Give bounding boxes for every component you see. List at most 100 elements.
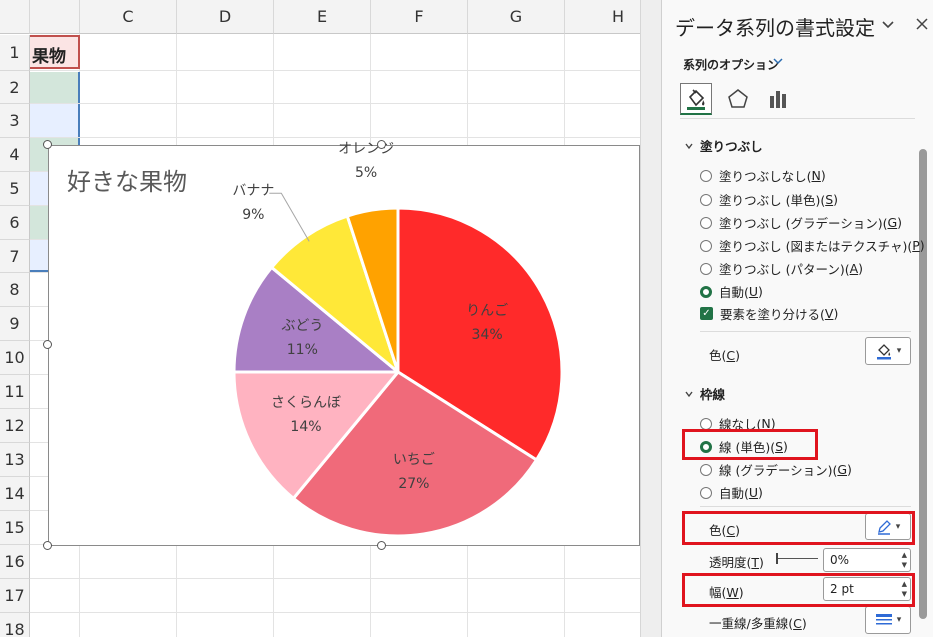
fill-options-radio-3[interactable]: 塗りつぶし (図またはテクスチャ)(P) xyxy=(700,236,925,255)
data-label-3[interactable]: ぶどう 11% xyxy=(281,314,323,362)
radio-button[interactable] xyxy=(700,193,712,206)
fill-options-radio-1[interactable]: 塗りつぶし (単色)(S) xyxy=(700,190,838,209)
column-header-h[interactable]: H xyxy=(565,0,640,34)
section-fill[interactable]: 塗りつぶし xyxy=(684,136,763,155)
fill-options-radio-2[interactable]: 塗りつぶし (グラデーション)(G) xyxy=(700,213,902,232)
row-header-6[interactable]: 6 xyxy=(0,206,30,240)
row-header-3[interactable]: 3 xyxy=(0,104,30,138)
resize-handle-bottom-left[interactable] xyxy=(43,541,52,550)
column-label: H xyxy=(612,7,625,26)
data-label-percent: 9% xyxy=(242,207,265,224)
data-label-0[interactable]: りんご 34% xyxy=(466,299,508,347)
radio-button[interactable] xyxy=(700,262,712,275)
row-header-12[interactable]: 12 xyxy=(0,409,30,443)
radio-button[interactable] xyxy=(700,239,712,252)
radio-button[interactable] xyxy=(700,463,712,476)
transparency-slider[interactable] xyxy=(776,552,818,566)
select-all-corner[interactable] xyxy=(0,0,30,34)
resize-handle-top-left[interactable] xyxy=(43,140,52,149)
spin-arrows-icon[interactable]: ▲ ▼ xyxy=(902,550,907,570)
row-header-10[interactable]: 10 xyxy=(0,341,30,375)
transparency-input[interactable]: 0% ▲ ▼ xyxy=(823,548,911,572)
highlight-line-color xyxy=(682,511,915,545)
close-paren: ) xyxy=(919,238,925,253)
fill-color-button[interactable]: ▾ xyxy=(865,337,911,365)
row-header-16[interactable]: 16 xyxy=(0,545,30,579)
spreadsheet-grid[interactable]: C D E F G H 1 2 3 4 5 6 7 8 9 10 11 12 13 14 15 16 17 18 … xyxy=(0,0,640,637)
row-label: 9 xyxy=(9,314,20,333)
line-options-radio-2[interactable]: 線 (グラデーション)(G) xyxy=(700,460,852,479)
row-header-5[interactable]: 5 xyxy=(0,172,30,206)
series-options-dropdown[interactable]: 系列のオプション xyxy=(683,56,779,73)
tab-series-options[interactable] xyxy=(763,83,795,115)
tab-effects[interactable] xyxy=(722,83,754,115)
column-header-c[interactable]: C xyxy=(80,0,177,34)
chevron-down-icon[interactable] xyxy=(880,16,896,36)
row-header-17[interactable]: 17 xyxy=(0,579,30,613)
cell-b2[interactable] xyxy=(30,72,80,103)
pane-scrollbar[interactable] xyxy=(919,135,927,635)
grid-row-line xyxy=(30,70,640,71)
close-paren: ) xyxy=(820,168,826,183)
resize-handle-middle-left[interactable] xyxy=(43,340,52,349)
row-header-7[interactable]: 7 xyxy=(0,240,30,273)
radio-button[interactable] xyxy=(700,486,712,499)
fill-color-label: 色(C) xyxy=(709,345,740,364)
cell-b3[interactable] xyxy=(30,104,80,137)
transparency-text: 透明度( xyxy=(709,555,752,570)
format-data-series-pane: データ系列の書式設定 系列のオプション 塗りつぶし 塗りつぶしなし(N) 塗… xyxy=(661,0,933,637)
row-header-4[interactable]: 4 xyxy=(0,138,30,172)
data-label-2[interactable]: さくらんぼ 14% xyxy=(271,391,341,439)
cell-b1[interactable]: 果物 xyxy=(30,35,80,69)
option-label: 塗りつぶし (単色)( xyxy=(719,193,826,208)
paint-bucket-icon xyxy=(876,344,891,360)
radio-button[interactable] xyxy=(700,216,712,229)
row-label: 3 xyxy=(9,111,20,130)
tab-fill-line[interactable] xyxy=(680,83,712,115)
compound-type-button[interactable]: ▾ xyxy=(865,606,911,634)
line-options-radio-3[interactable]: 自動(U) xyxy=(700,483,763,502)
pie-chart[interactable]: 好きな果物 りんご 34% いちご 27% さくらんぼ 14% ぶどう 11% バナナ 9% オレン… xyxy=(48,141,640,546)
data-label-4[interactable]: バナナ 9% xyxy=(232,179,274,227)
column-header-g[interactable]: G xyxy=(468,0,565,34)
column-label: G xyxy=(509,7,523,26)
close-icon[interactable] xyxy=(914,16,930,36)
option-label: 線 (グラデーション)( xyxy=(719,463,838,478)
vary-colors-checkbox[interactable]: ✓ 要素を塗り分ける(V) xyxy=(700,304,838,323)
data-label-category: ぶどう xyxy=(281,317,324,334)
data-label-1[interactable]: いちご 27% xyxy=(393,448,435,496)
column-header-e[interactable]: E xyxy=(274,0,371,34)
row-label: 4 xyxy=(9,145,20,164)
row-header-1[interactable]: 1 xyxy=(0,35,30,71)
radio-button[interactable] xyxy=(700,417,712,430)
row-header-9[interactable]: 9 xyxy=(0,307,30,341)
radio-button[interactable] xyxy=(700,169,712,182)
fill-options-radio-0[interactable]: 塗りつぶしなし(N) xyxy=(700,166,826,185)
chevron-down-icon xyxy=(684,139,700,154)
row-header-11[interactable]: 11 xyxy=(0,375,30,409)
slider-thumb[interactable] xyxy=(776,553,778,564)
column-header-d[interactable]: D xyxy=(177,0,274,34)
chevron-down-icon[interactable] xyxy=(772,55,784,70)
resize-handle-top-center[interactable] xyxy=(377,140,386,149)
resize-handle-bottom-center[interactable] xyxy=(377,541,386,550)
radio-button[interactable] xyxy=(700,285,712,298)
column-header-b[interactable] xyxy=(30,0,80,34)
row-header-2[interactable]: 2 xyxy=(0,71,30,104)
grid-row-line xyxy=(30,578,640,579)
fill-options-radio-4[interactable]: 塗りつぶし (パターン)(A) xyxy=(700,259,863,278)
fill-options-radio-5[interactable]: 自動(U) xyxy=(700,282,763,301)
fill-color-text: 色( xyxy=(709,348,727,363)
column-header-f[interactable]: F xyxy=(371,0,468,34)
compound-type-label: 一重線/多重線(C) xyxy=(709,613,807,632)
data-label-percent: 34% xyxy=(471,327,503,343)
row-header-13[interactable]: 13 xyxy=(0,443,30,477)
row-header-14[interactable]: 14 xyxy=(0,477,30,511)
row-header-18[interactable]: 18 xyxy=(0,613,30,637)
section-line[interactable]: 枠線 xyxy=(684,384,725,403)
scrollbar-thumb[interactable] xyxy=(919,149,927,619)
pane-splitter[interactable] xyxy=(640,0,661,637)
row-header-8[interactable]: 8 xyxy=(0,273,30,307)
chevron-down-icon: ▾ xyxy=(896,346,902,356)
row-header-15[interactable]: 15 xyxy=(0,511,30,545)
